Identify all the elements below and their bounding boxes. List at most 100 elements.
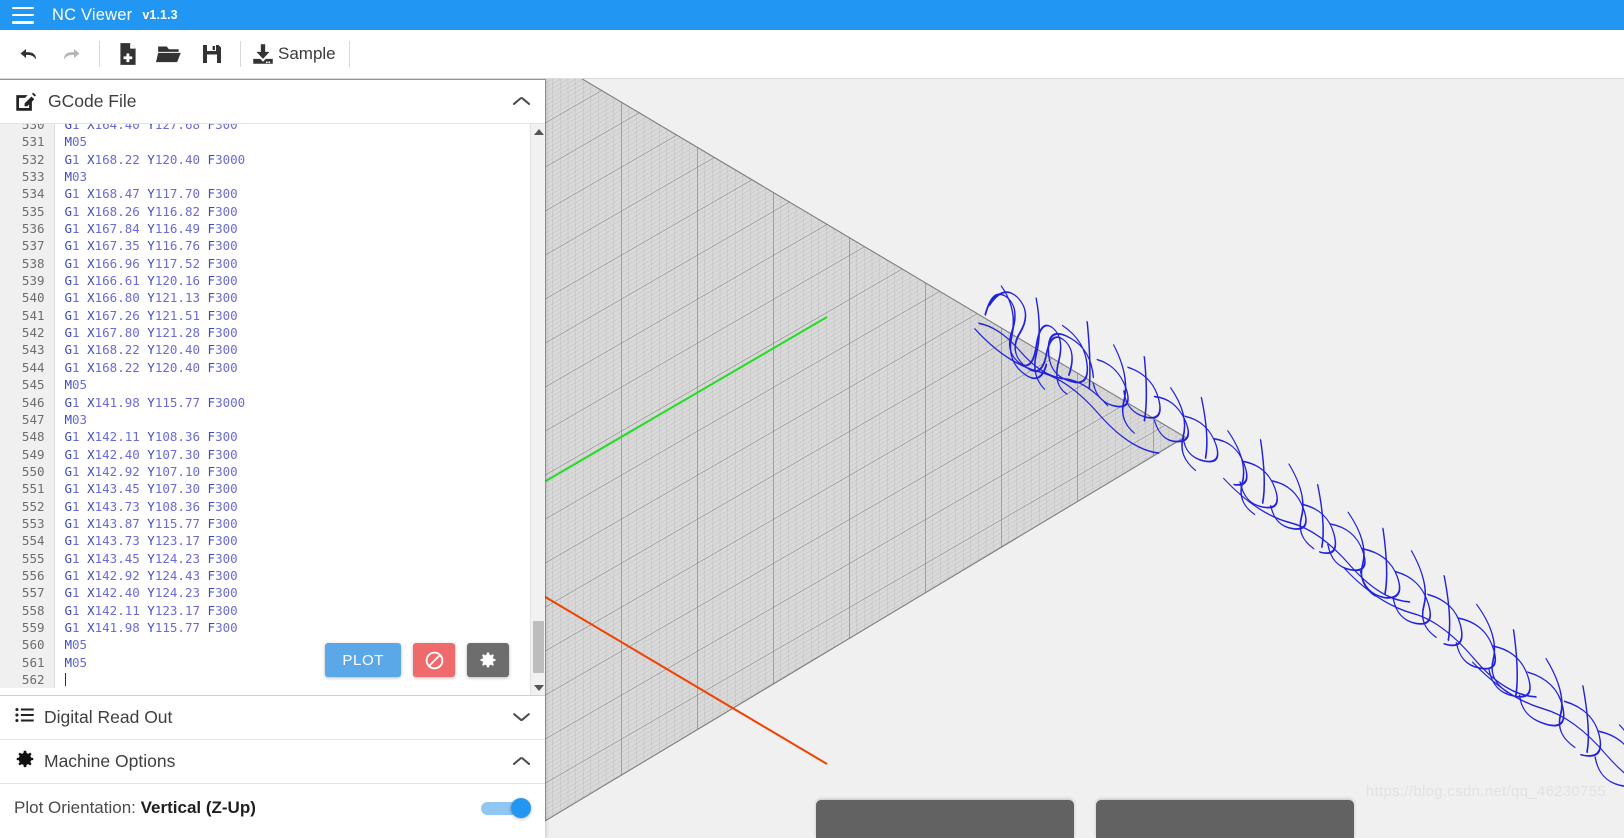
- gcode-line-number: 559: [0, 618, 55, 637]
- gcode-line-row[interactable]: 550 G1 X142.92 Y107.10 F300: [0, 462, 531, 481]
- gcode-line-row[interactable]: 546 G1 X141.98 Y115.77 F3000: [0, 393, 531, 411]
- gcode-line-text[interactable]: G1 X168.22 Y120.40 F300: [54, 341, 531, 358]
- gcode-line-row[interactable]: 556 G1 X142.92 Y124.43 F300: [0, 566, 531, 585]
- gcode-line-text[interactable]: G1 X167.84 Y116.49 F300: [54, 220, 531, 237]
- gcode-editor[interactable]: 530 G1 X164.40 Y127.68 F300 531 M05 532 G1 X1…: [0, 124, 545, 696]
- gcode-line-text[interactable]: M03: [54, 411, 531, 428]
- gcode-line-text[interactable]: G1 X142.11 Y108.36 F300: [54, 428, 531, 445]
- gcode-line-text[interactable]: G1 X166.96 Y117.52 F300: [54, 255, 531, 272]
- machine-options-body: Plot Orientation: Vertical (Z-Up): [0, 784, 545, 818]
- gcode-line-number: 545: [0, 376, 55, 394]
- redo-button[interactable]: [50, 33, 92, 75]
- toolbar-divider-3: [348, 41, 350, 67]
- plot-button[interactable]: PLOT: [325, 643, 401, 677]
- gcode-line-text[interactable]: G1 X143.45 Y124.23 F300: [54, 550, 531, 567]
- gcode-line-row[interactable]: 542 G1 X167.80 Y121.28 F300: [0, 324, 531, 342]
- gcode-line-row[interactable]: 541 G1 X167.26 Y121.51 F300: [0, 306, 531, 325]
- gcode-line-row[interactable]: 532 G1 X168.22 Y120.40 F3000: [0, 150, 531, 169]
- gcode-line-number: 555: [0, 549, 55, 567]
- panel-header-digital-read-out[interactable]: Digital Read Out: [0, 696, 545, 740]
- new-file-button[interactable]: [107, 33, 149, 75]
- gcode-line-row[interactable]: 548 G1 X142.11 Y108.36 F300: [0, 428, 531, 446]
- gcode-line-row[interactable]: 543 G1 X168.22 Y120.40 F300: [0, 341, 531, 359]
- gcode-line-row[interactable]: 559 G1 X141.98 Y115.77 F300: [0, 618, 531, 637]
- undo-icon: [20, 49, 37, 60]
- gcode-line-text[interactable]: G1 X168.22 Y120.40 F3000: [54, 151, 531, 168]
- gcode-line-row[interactable]: 553 G1 X143.87 Y115.77 F300: [0, 514, 531, 533]
- gcode-line-text[interactable]: G1 X141.98 Y115.77 F300: [54, 619, 531, 636]
- clear-button[interactable]: [413, 643, 455, 677]
- editor-settings-button[interactable]: [467, 643, 509, 677]
- gcode-line-text[interactable]: G1 X166.80 Y121.13 F300: [54, 289, 531, 306]
- chevron-down-icon-dro[interactable]: [513, 712, 531, 723]
- gcode-line-row[interactable]: 558 G1 X142.11 Y123.17 F300: [0, 601, 531, 619]
- scroll-down-arrow-icon[interactable]: [531, 680, 545, 695]
- gcode-line-row[interactable]: 536 G1 X167.84 Y116.49 F300: [0, 220, 531, 238]
- gcode-line-text[interactable]: G1 X143.87 Y115.77 F300: [54, 515, 531, 532]
- nc-viewer-app: NC Viewer v1.1.3 Sample GCode File 530 G…: [0, 0, 1624, 838]
- 3d-viewport[interactable]: https://blog.csdn.net/qq_46230755: [545, 79, 1624, 838]
- open-file-button[interactable]: [149, 33, 191, 75]
- gcode-line-text[interactable]: G1 X167.35 Y116.76 F300: [54, 237, 531, 254]
- gcode-line-text[interactable]: G1 X143.73 Y123.17 F300: [54, 532, 531, 549]
- viewport-bottom-button-right[interactable]: [1095, 800, 1354, 838]
- gcode-line-text[interactable]: M05: [54, 133, 531, 150]
- editor-scrollbar-thumb[interactable]: [533, 621, 544, 673]
- gcode-line-text[interactable]: M05: [54, 376, 531, 393]
- undo-button[interactable]: [8, 33, 50, 75]
- gcode-line-text[interactable]: G1 X143.73 Y108.36 F300: [54, 498, 531, 515]
- viewport-bottom-button-left[interactable]: [815, 800, 1074, 838]
- gcode-line-row[interactable]: 534 G1 X168.47 Y117.70 F300: [0, 185, 531, 203]
- gcode-line-text[interactable]: G1 X141.98 Y115.77 F3000: [54, 394, 531, 411]
- chevron-up-icon-machine[interactable]: [513, 756, 531, 767]
- gcode-line-number: 541: [0, 306, 55, 325]
- gcode-line-number: 548: [0, 428, 55, 446]
- gcode-line-text[interactable]: G1 X168.47 Y117.70 F300: [54, 185, 531, 202]
- gcode-line-row[interactable]: 554 G1 X143.73 Y123.17 F300: [0, 532, 531, 550]
- gcode-line-row[interactable]: 551 G1 X143.45 Y107.30 F300: [0, 480, 531, 498]
- scroll-up-arrow-icon[interactable]: [531, 124, 545, 139]
- save-file-button[interactable]: [191, 33, 233, 75]
- gcode-line-row[interactable]: 530 G1 X164.40 Y127.68 F300: [0, 124, 531, 134]
- panel-header-gcode-file[interactable]: GCode File: [0, 80, 545, 124]
- gcode-line-number: 536: [0, 220, 55, 238]
- gcode-line-row[interactable]: 535 G1 X168.26 Y116.82 F300: [0, 202, 531, 221]
- gcode-line-row[interactable]: 547 M03: [0, 410, 531, 429]
- edit-pencil-icon: [14, 91, 40, 113]
- panel-header-machine-options[interactable]: Machine Options: [0, 740, 545, 784]
- gcode-line-row[interactable]: 544 G1 X168.22 Y120.40 F300: [0, 358, 531, 377]
- gcode-line-row[interactable]: 531 M05: [0, 133, 531, 151]
- gcode-line-row[interactable]: 555 G1 X143.45 Y124.23 F300: [0, 549, 531, 567]
- gcode-line-text[interactable]: G1 X142.92 Y124.43 F300: [54, 567, 531, 584]
- gcode-line-row[interactable]: 557 G1 X142.40 Y124.23 F300: [0, 584, 531, 602]
- gcode-line-row[interactable]: 539 G1 X166.61 Y120.16 F300: [0, 272, 531, 290]
- gcode-line-text[interactable]: G1 X168.22 Y120.40 F300: [54, 359, 531, 376]
- gcode-line-text[interactable]: G1 X167.26 Y121.51 F300: [54, 307, 531, 324]
- gcode-line-row[interactable]: 538 G1 X166.96 Y117.52 F300: [0, 254, 531, 273]
- gcode-line-text[interactable]: G1 X142.40 Y124.23 F300: [54, 584, 531, 601]
- gcode-line-row[interactable]: 545 M05: [0, 376, 531, 394]
- load-sample-button[interactable]: Sample: [248, 41, 342, 67]
- editor-vertical-scrollbar[interactable]: [530, 124, 545, 695]
- gcode-line-row[interactable]: 540 G1 X166.80 Y121.13 F300: [0, 289, 531, 307]
- gcode-line-row[interactable]: 533 M03: [0, 168, 531, 186]
- hamburger-menu-icon[interactable]: [12, 6, 34, 24]
- gcode-line-row[interactable]: 552 G1 X143.73 Y108.36 F300: [0, 497, 531, 515]
- gcode-editor-scroll-area[interactable]: 530 G1 X164.40 Y127.68 F300 531 M05 532 G1 X1…: [0, 124, 531, 695]
- plot-orientation-toggle[interactable]: [477, 798, 531, 818]
- chevron-up-icon-gcode[interactable]: [513, 96, 531, 107]
- gcode-line-text[interactable]: G1 X142.40 Y107.30 F300: [54, 446, 531, 463]
- gcode-line-text[interactable]: G1 X143.45 Y107.30 F300: [54, 480, 531, 497]
- gcode-line-row[interactable]: 549 G1 X142.40 Y107.30 F300: [0, 445, 531, 463]
- gcode-line-number: 562: [0, 671, 55, 689]
- gcode-line-text[interactable]: G1 X168.26 Y116.82 F300: [54, 203, 531, 220]
- gcode-line-text[interactable]: G1 X166.61 Y120.16 F300: [54, 272, 531, 289]
- gcode-line-text[interactable]: G1 X142.11 Y123.17 F300: [54, 602, 531, 619]
- gcode-line-text[interactable]: M03: [54, 168, 531, 185]
- new-file-icon: [120, 43, 136, 65]
- gcode-line-row[interactable]: 537 G1 X167.35 Y116.76 F300: [0, 237, 531, 255]
- gcode-line-text[interactable]: G1 X164.40 Y127.68 F300: [54, 124, 531, 133]
- gcode-line-text[interactable]: G1 X167.80 Y121.28 F300: [54, 324, 531, 341]
- gcode-line-text[interactable]: G1 X142.92 Y107.10 F300: [54, 463, 531, 480]
- gear-icon-machine-options: [14, 748, 36, 775]
